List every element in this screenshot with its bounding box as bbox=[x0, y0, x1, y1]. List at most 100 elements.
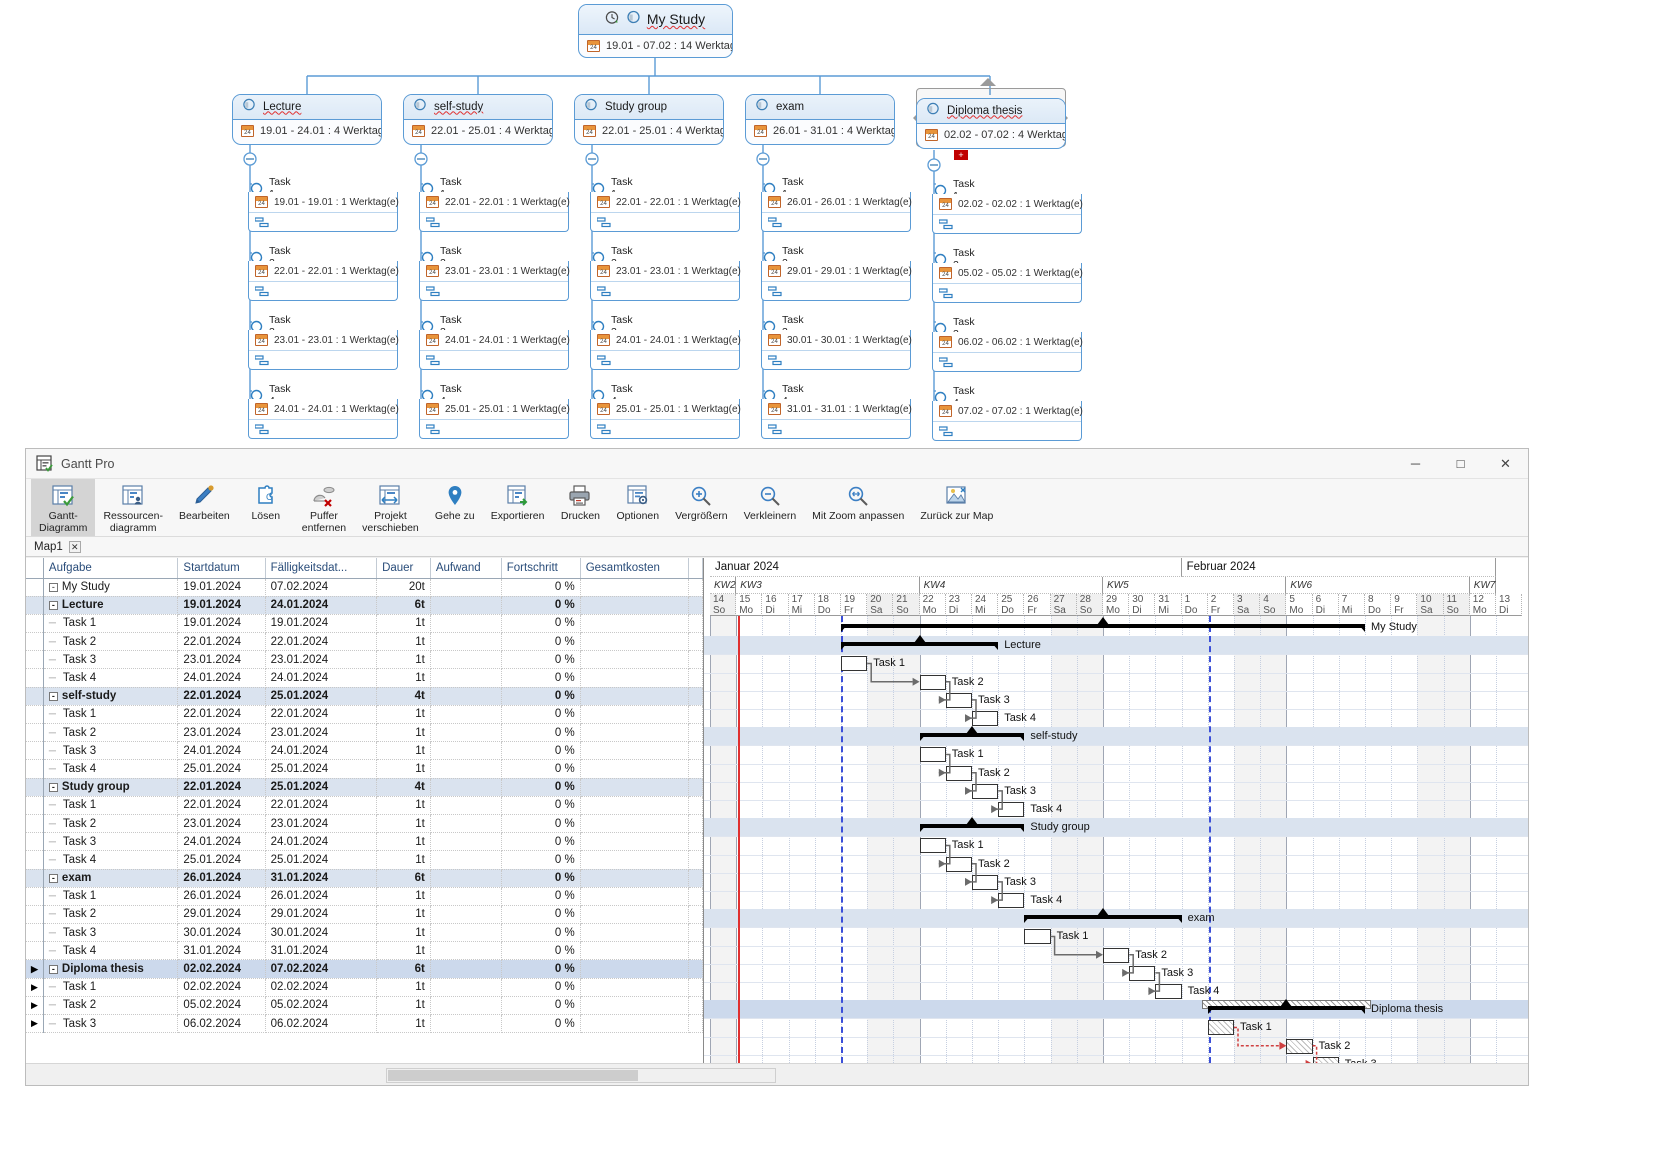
row-expander[interactable]: - bbox=[48, 600, 58, 610]
table-row[interactable]: ─ Task 1 22.01.2024 22.01.2024 1t 0 % bbox=[26, 796, 704, 815]
table-row[interactable]: - self-study 22.01.2024 25.01.2024 4t 0 % bbox=[26, 687, 704, 706]
row-expander[interactable]: - bbox=[48, 691, 58, 701]
table-row[interactable]: ─ Task 4 25.01.2024 25.01.2024 1t 0 % bbox=[26, 850, 704, 870]
row-expander[interactable]: - bbox=[48, 964, 58, 974]
column-header-5[interactable]: Fortschritt bbox=[501, 558, 581, 579]
toolbar-button-export[interactable]: Exportieren bbox=[483, 479, 553, 536]
table-row[interactable]: ─ Task 3 24.01.2024 24.01.2024 1t 0 % bbox=[26, 832, 704, 852]
mindmap-root-node[interactable]: My Study 19.01 - 07.02 : 14 Werktag(e) bbox=[578, 4, 733, 58]
gantt-summary-bar[interactable] bbox=[1201, 999, 1371, 1015]
column-header-6[interactable]: Gesamtkosten bbox=[580, 558, 689, 579]
table-row[interactable]: ─ Task 3 24.01.2024 24.01.2024 1t 0 % bbox=[26, 741, 704, 761]
dependency-icon[interactable] bbox=[767, 285, 782, 297]
gantt-task-bar[interactable] bbox=[841, 656, 868, 672]
window-titlebar[interactable]: Gantt Pro ─ □ ✕ bbox=[26, 449, 1528, 479]
toolbar-button-location-pin[interactable]: Gehe zu bbox=[427, 479, 483, 536]
dependency-icon[interactable] bbox=[425, 354, 440, 366]
gantt-summary-bar[interactable] bbox=[919, 726, 1025, 742]
maximize-button[interactable]: □ bbox=[1438, 449, 1483, 479]
toolbar-button-gantt-chart[interactable]: Gantt- Diagramm bbox=[31, 479, 96, 536]
gantt-task-bar[interactable] bbox=[945, 765, 972, 781]
gantt-task-bar[interactable] bbox=[998, 802, 1025, 817]
table-row[interactable]: ▶ ─ Task 2 05.02.2024 05.02.2024 1t 0 % bbox=[26, 996, 704, 1016]
dependency-icon[interactable] bbox=[938, 287, 953, 299]
toolbar-button-fit-zoom[interactable]: Mit Zoom anpassen bbox=[804, 479, 912, 536]
task-table-pane[interactable]: Aufgabe Startdatum Fälligkeitsdat... Dauer A… bbox=[26, 558, 704, 1063]
gantt-task-bar[interactable] bbox=[1024, 929, 1051, 945]
toolbar-button-zoom-in[interactable]: Vergrößern bbox=[667, 479, 736, 536]
table-row[interactable]: ─ Task 4 24.01.2024 24.01.2024 1t 0 % bbox=[26, 668, 704, 688]
row-expander[interactable]: - bbox=[48, 582, 58, 592]
table-row[interactable]: ─ Task 1 19.01.2024 19.01.2024 1t 0 % bbox=[26, 614, 704, 634]
gantt-summary-bar[interactable] bbox=[1024, 908, 1182, 924]
table-row[interactable]: - Lecture 19.01.2024 24.01.2024 6t 0 % bbox=[26, 596, 704, 615]
gantt-task-bar[interactable] bbox=[1103, 947, 1130, 963]
gantt-task-bar[interactable] bbox=[919, 747, 946, 763]
dependency-icon[interactable] bbox=[767, 354, 782, 366]
gantt-task-bar[interactable] bbox=[1286, 1038, 1313, 1054]
toolbar-button-zoom-out[interactable]: Verkleinern bbox=[736, 479, 805, 536]
dependency-icon[interactable] bbox=[938, 425, 953, 437]
table-row[interactable]: ▶ ─ Task 3 06.02.2024 06.02.2024 1t 0 % bbox=[26, 1014, 704, 1034]
toolbar-button-remove-buffer[interactable]: Puffer entfernen bbox=[294, 479, 354, 536]
close-button[interactable]: ✕ bbox=[1483, 449, 1528, 479]
table-row[interactable]: ─ Task 1 26.01.2024 26.01.2024 1t 0 % bbox=[26, 887, 704, 906]
gantt-task-bar[interactable] bbox=[945, 692, 972, 708]
tab-close-icon[interactable]: ✕ bbox=[68, 540, 81, 553]
table-row[interactable]: - Study group 22.01.2024 25.01.2024 4t 0 % bbox=[26, 778, 704, 797]
table-row[interactable]: ─ Task 2 29.01.2024 29.01.2024 1t 0 % bbox=[26, 905, 704, 925]
toolbar-button-options[interactable]: Optionen bbox=[608, 479, 667, 536]
horizontal-scrollbar[interactable] bbox=[386, 1068, 776, 1083]
table-row[interactable]: ─ Task 2 22.01.2024 22.01.2024 1t 0 % bbox=[26, 632, 704, 652]
table-row[interactable]: ▶ ─ Task 1 02.02.2024 02.02.2024 1t 0 % bbox=[26, 978, 704, 997]
dependency-icon[interactable] bbox=[767, 423, 782, 435]
gantt-task-bar[interactable] bbox=[998, 893, 1025, 908]
gantt-task-bar[interactable] bbox=[972, 874, 999, 890]
table-row[interactable]: ─ Task 3 23.01.2024 23.01.2024 1t 0 % bbox=[26, 650, 704, 670]
toolbar-button-pencil[interactable]: Bearbeiten bbox=[171, 479, 238, 536]
dependency-icon[interactable] bbox=[767, 216, 782, 228]
toolbar-button-move-project[interactable]: Projekt verschieben bbox=[354, 479, 427, 536]
table-row[interactable]: ─ Task 2 23.01.2024 23.01.2024 1t 0 % bbox=[26, 723, 704, 743]
tab-map1[interactable]: Map1 ✕ bbox=[30, 540, 85, 554]
table-row[interactable]: ─ Task 4 31.01.2024 31.01.2024 1t 0 % bbox=[26, 941, 704, 961]
mindmap-branch-node-0[interactable]: Lecture 19.01 - 24.01 : 4 Werktag(e) bbox=[232, 94, 382, 145]
gantt-task-bar[interactable] bbox=[1207, 1020, 1234, 1036]
mindmap-branch-node-1[interactable]: self-study 22.01 - 25.01 : 4 Werktag(e) bbox=[403, 94, 553, 145]
gantt-task-bar[interactable] bbox=[972, 711, 999, 726]
toolbar-button-back-to-map[interactable]: Zurück zur Map bbox=[912, 479, 1001, 536]
dependency-icon[interactable] bbox=[596, 354, 611, 366]
minimize-button[interactable]: ─ bbox=[1393, 449, 1438, 479]
dependency-icon[interactable] bbox=[254, 423, 269, 435]
gantt-summary-bar[interactable] bbox=[841, 635, 999, 651]
mindmap-branch-node-3[interactable]: exam 26.01 - 31.01 : 4 Werktag(e) bbox=[745, 94, 895, 145]
dependency-icon[interactable] bbox=[596, 216, 611, 228]
dependency-icon[interactable] bbox=[254, 216, 269, 228]
dependency-icon[interactable] bbox=[596, 423, 611, 435]
column-header-1[interactable]: Startdatum bbox=[177, 558, 266, 579]
gantt-chart-pane[interactable]: Januar 2024 Februar 2024 KW2 KW3 KW4 KW5 KW6 KW… bbox=[704, 558, 1528, 1063]
gantt-task-bar[interactable] bbox=[1129, 965, 1156, 981]
toolbar-button-printer[interactable]: Drucken bbox=[552, 479, 608, 536]
dependency-icon[interactable] bbox=[254, 354, 269, 366]
scrollbar-thumb[interactable] bbox=[388, 1070, 638, 1081]
dependency-icon[interactable] bbox=[425, 423, 440, 435]
table-row[interactable]: ─ Task 1 22.01.2024 22.01.2024 1t 0 % bbox=[26, 705, 704, 725]
gantt-chart-canvas[interactable]: My Study Lecture Task 1 Task 2 Task 3 Task 4 s… bbox=[704, 558, 1528, 1063]
gantt-summary-bar[interactable] bbox=[841, 617, 1365, 633]
table-row[interactable]: - My Study 19.01.2024 07.02.2024 20t 0 % bbox=[26, 578, 704, 597]
table-row[interactable]: ─ Task 3 30.01.2024 30.01.2024 1t 0 % bbox=[26, 923, 704, 943]
row-expander[interactable]: - bbox=[48, 873, 58, 883]
toolbar-button-puzzle[interactable]: C Lösen bbox=[238, 479, 294, 536]
table-row[interactable]: - exam 26.01.2024 31.01.2024 6t 0 % bbox=[26, 869, 704, 888]
gantt-summary-bar[interactable] bbox=[919, 817, 1025, 833]
gantt-task-bar[interactable] bbox=[1155, 984, 1182, 999]
dependency-icon[interactable] bbox=[938, 218, 953, 230]
table-row[interactable]: ─ Task 2 23.01.2024 23.01.2024 1t 0 % bbox=[26, 814, 704, 834]
column-header-2[interactable]: Fälligkeitsdat... bbox=[265, 558, 378, 579]
gantt-task-bar[interactable] bbox=[972, 783, 999, 799]
dependency-icon[interactable] bbox=[425, 285, 440, 297]
dependency-icon[interactable] bbox=[254, 285, 269, 297]
mindmap-canvas[interactable]: My Study 19.01 - 07.02 : 14 Werktag(e) +… bbox=[0, 0, 1672, 486]
table-row[interactable]: ─ Task 4 25.01.2024 25.01.2024 1t 0 % bbox=[26, 759, 704, 779]
